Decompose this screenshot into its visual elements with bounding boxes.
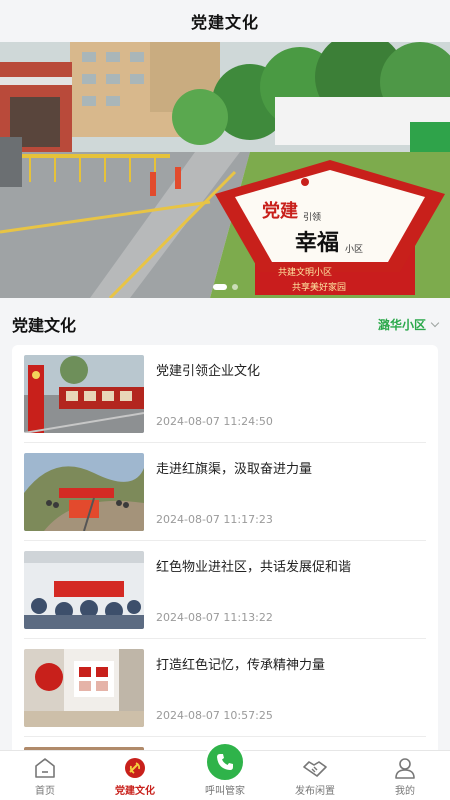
sign-sub2-text: 小区 [345,244,363,255]
carousel-dot-active[interactable] [212,284,227,290]
article-title: 走进红旗渠，汲取奋进力量 [156,462,313,477]
carousel-indicator [0,284,450,290]
tab-call-butler-label: 呼叫管家 [205,786,245,797]
call-button[interactable] [204,741,246,783]
bottom-tab-bar: 首页 党建文化 呼叫管家 发布闲置 我的 [0,741,450,800]
tab-party-culture[interactable]: 党建文化 [90,751,180,800]
community-name: 潞华小区 [377,317,426,332]
sign-sub1-text: 引领 [303,211,321,223]
phone-icon [217,754,233,770]
article-thumbnail [24,453,144,531]
article-title: 党建引领企业文化 [156,364,261,379]
article-time: 2024-08-07 10:57:25 [156,709,273,722]
page-title: 党建文化 [190,13,259,32]
tab-call-butler[interactable]: 呼叫管家 [180,741,270,800]
tab-mine[interactable]: 我的 [360,751,450,800]
tab-party-culture-label: 党建文化 [115,786,155,797]
article-title: 红色物业进社区，共话发展促和谐 [156,560,352,575]
tab-home[interactable]: 首页 [0,751,90,800]
article-time: 2024-08-07 11:13:22 [156,611,273,624]
top-bar: 党建文化 [0,0,450,42]
user-icon [395,758,415,779]
community-selector[interactable]: 潞华小区 [377,316,440,333]
section-header: 党建文化 潞华小区 [0,298,450,346]
banner-carousel[interactable]: 党建 引领 幸福 小区 共建文明小区 共享美好家园 [0,42,450,298]
carousel-dot[interactable] [231,284,238,290]
tab-post-idle[interactable]: 发布闲置 [270,751,360,800]
home-icon [35,758,55,778]
article-title: 打造红色记忆，传承精神力量 [156,658,326,673]
article-thumbnail [24,649,144,727]
handshake-icon [303,761,327,777]
sign-base-line1: 共建文明小区 [278,266,332,278]
article-time: 2024-08-07 11:17:23 [156,513,273,526]
article-thumbnail [24,355,144,433]
article-list: 党建引领企业文化 2024-08-07 11:24:50 走进红旗渠，汲取奋进力… [12,345,438,765]
article-item[interactable]: 打造红色记忆，传承精神力量 2024-08-07 10:57:25 [24,639,426,737]
section-title: 党建文化 [12,316,77,335]
chevron-down-icon [430,318,440,327]
party-emblem-icon [125,758,145,778]
article-item[interactable]: 红色物业进社区，共话发展促和谐 2024-08-07 11:13:22 [24,541,426,639]
article-thumbnail [24,551,144,629]
article-item[interactable]: 走进红旗渠，汲取奋进力量 2024-08-07 11:17:23 [24,443,426,541]
article-item[interactable]: 党建引领企业文化 2024-08-07 11:24:50 [24,345,426,443]
banner-image: 党建 引领 幸福 小区 共建文明小区 共享美好家园 [0,42,450,298]
sign-main-text: 幸福 [295,230,339,256]
article-time: 2024-08-07 11:24:50 [156,415,273,428]
tab-post-idle-label: 发布闲置 [295,786,335,797]
tab-mine-label: 我的 [395,786,415,797]
tab-home-label: 首页 [35,786,55,797]
sign-top-text: 党建 [262,200,298,222]
